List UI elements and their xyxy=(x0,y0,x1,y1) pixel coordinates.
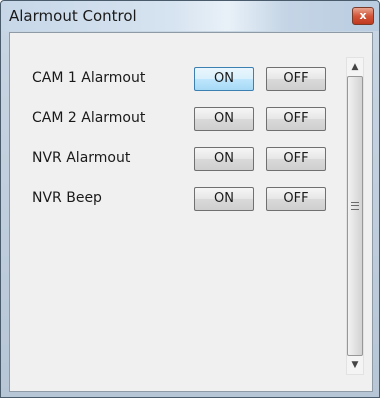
nvr-beep-off-button[interactable]: OFF xyxy=(266,187,326,211)
vertical-scrollbar[interactable]: ▲ ▼ xyxy=(346,57,364,375)
title-bar[interactable]: Alarmout Control x xyxy=(1,1,379,31)
cam2-alarmout-off-button[interactable]: OFF xyxy=(266,107,326,131)
grip-icon xyxy=(351,202,359,210)
cam2-alarmout-label: CAM 2 Alarmout xyxy=(32,110,146,126)
nvr-beep-label: NVR Beep xyxy=(32,190,102,206)
alarmout-control-window: Alarmout Control x CAM 1 Alarmout ON OFF… xyxy=(0,0,380,398)
nvr-alarmout-on-button[interactable]: ON xyxy=(194,147,254,171)
scroll-down-arrow-icon[interactable]: ▼ xyxy=(347,356,363,374)
cam1-alarmout-on-button[interactable]: ON xyxy=(194,67,254,91)
nvr-alarmout-off-button[interactable]: OFF xyxy=(266,147,326,171)
scrollbar-thumb[interactable] xyxy=(347,76,363,356)
scroll-up-arrow-icon[interactable]: ▲ xyxy=(347,58,363,76)
cam1-alarmout-off-button[interactable]: OFF xyxy=(266,67,326,91)
nvr-alarmout-label: NVR Alarmout xyxy=(32,150,131,166)
window-title: Alarmout Control xyxy=(9,7,137,25)
close-icon: x xyxy=(359,9,367,22)
cam2-alarmout-on-button[interactable]: ON xyxy=(194,107,254,131)
close-button[interactable]: x xyxy=(352,7,374,25)
cam1-alarmout-label: CAM 1 Alarmout xyxy=(32,70,146,86)
alarmout-panel: CAM 1 Alarmout ON OFF CAM 2 Alarmout ON … xyxy=(9,32,373,392)
nvr-beep-on-button[interactable]: ON xyxy=(194,187,254,211)
